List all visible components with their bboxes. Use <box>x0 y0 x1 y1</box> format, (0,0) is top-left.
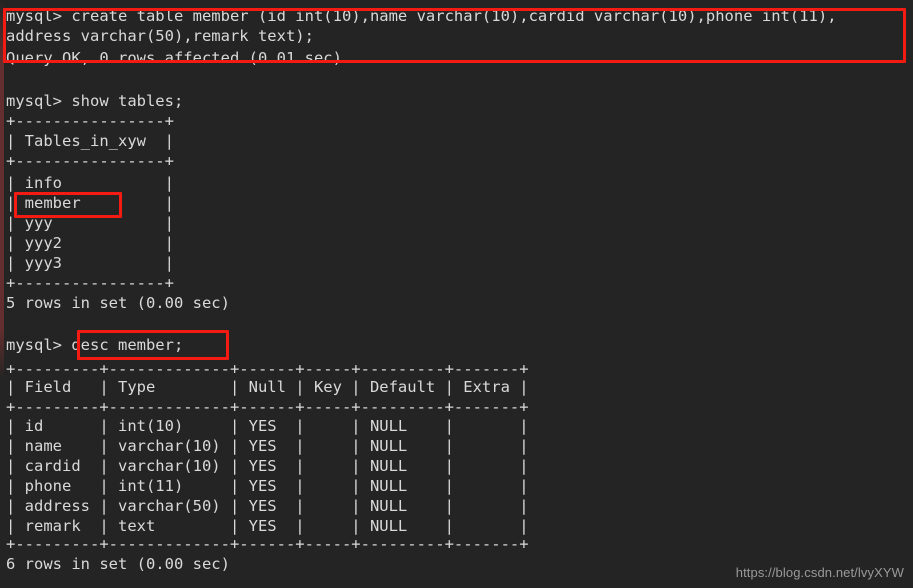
terminal-line-show-tables: mysql> show tables; <box>6 92 184 110</box>
terminal-row-yyy3: | yyy3 | <box>6 254 174 272</box>
terminal-row-info: | info | <box>6 174 174 192</box>
terminal-window[interactable]: mysql> create table member (id int(10),n… <box>0 0 913 588</box>
terminal-line-tables-sep-mid: +----------------+ <box>6 152 174 170</box>
watermark-text: https://blog.csdn.net/lvyXYW <box>735 565 904 580</box>
left-edge-artifact <box>0 0 4 588</box>
terminal-row-field-phone: | phone | int(11) | YES | | NULL | | <box>6 477 529 495</box>
terminal-line-desc-header: | Field | Type | Null | Key | Default | … <box>6 378 529 396</box>
terminal-line-desc-sep-mid: +---------+-------------+------+-----+--… <box>6 398 529 416</box>
terminal-line-create-table-2: address varchar(50),remark text); <box>6 27 314 45</box>
terminal-row-field-remark: | remark | text | YES | | NULL | | <box>6 517 529 535</box>
terminal-line-tables-sep-bot: +----------------+ <box>6 274 174 292</box>
terminal-row-field-name: | name | varchar(10) | YES | | NULL | | <box>6 437 529 455</box>
terminal-line-desc-sep-bot: +---------+-------------+------+-----+--… <box>6 535 529 553</box>
terminal-line-query-ok: Query OK, 0 rows affected (0.01 sec) <box>6 49 342 67</box>
terminal-line-tables-sep-top: +----------------+ <box>6 112 174 130</box>
terminal-row-yyy: | yyy | <box>6 214 174 232</box>
terminal-line-desc-sep-top: +---------+-------------+------+-----+--… <box>6 360 529 378</box>
terminal-line-desc-member: mysql> desc member; <box>6 336 184 354</box>
terminal-line-create-table-1: mysql> create table member (id int(10),n… <box>6 7 837 25</box>
terminal-line-5-rows: 5 rows in set (0.00 sec) <box>6 294 230 312</box>
terminal-row-field-cardid: | cardid | varchar(10) | YES | | NULL | … <box>6 457 529 475</box>
terminal-line-6-rows: 6 rows in set (0.00 sec) <box>6 555 230 573</box>
terminal-row-member: | member | <box>6 194 174 212</box>
terminal-row-field-id: | id | int(10) | YES | | NULL | | <box>6 417 529 435</box>
terminal-row-yyy2: | yyy2 | <box>6 234 174 252</box>
terminal-row-field-address: | address | varchar(50) | YES | | NULL |… <box>6 497 529 515</box>
terminal-line-tables-header: | Tables_in_xyw | <box>6 132 174 150</box>
